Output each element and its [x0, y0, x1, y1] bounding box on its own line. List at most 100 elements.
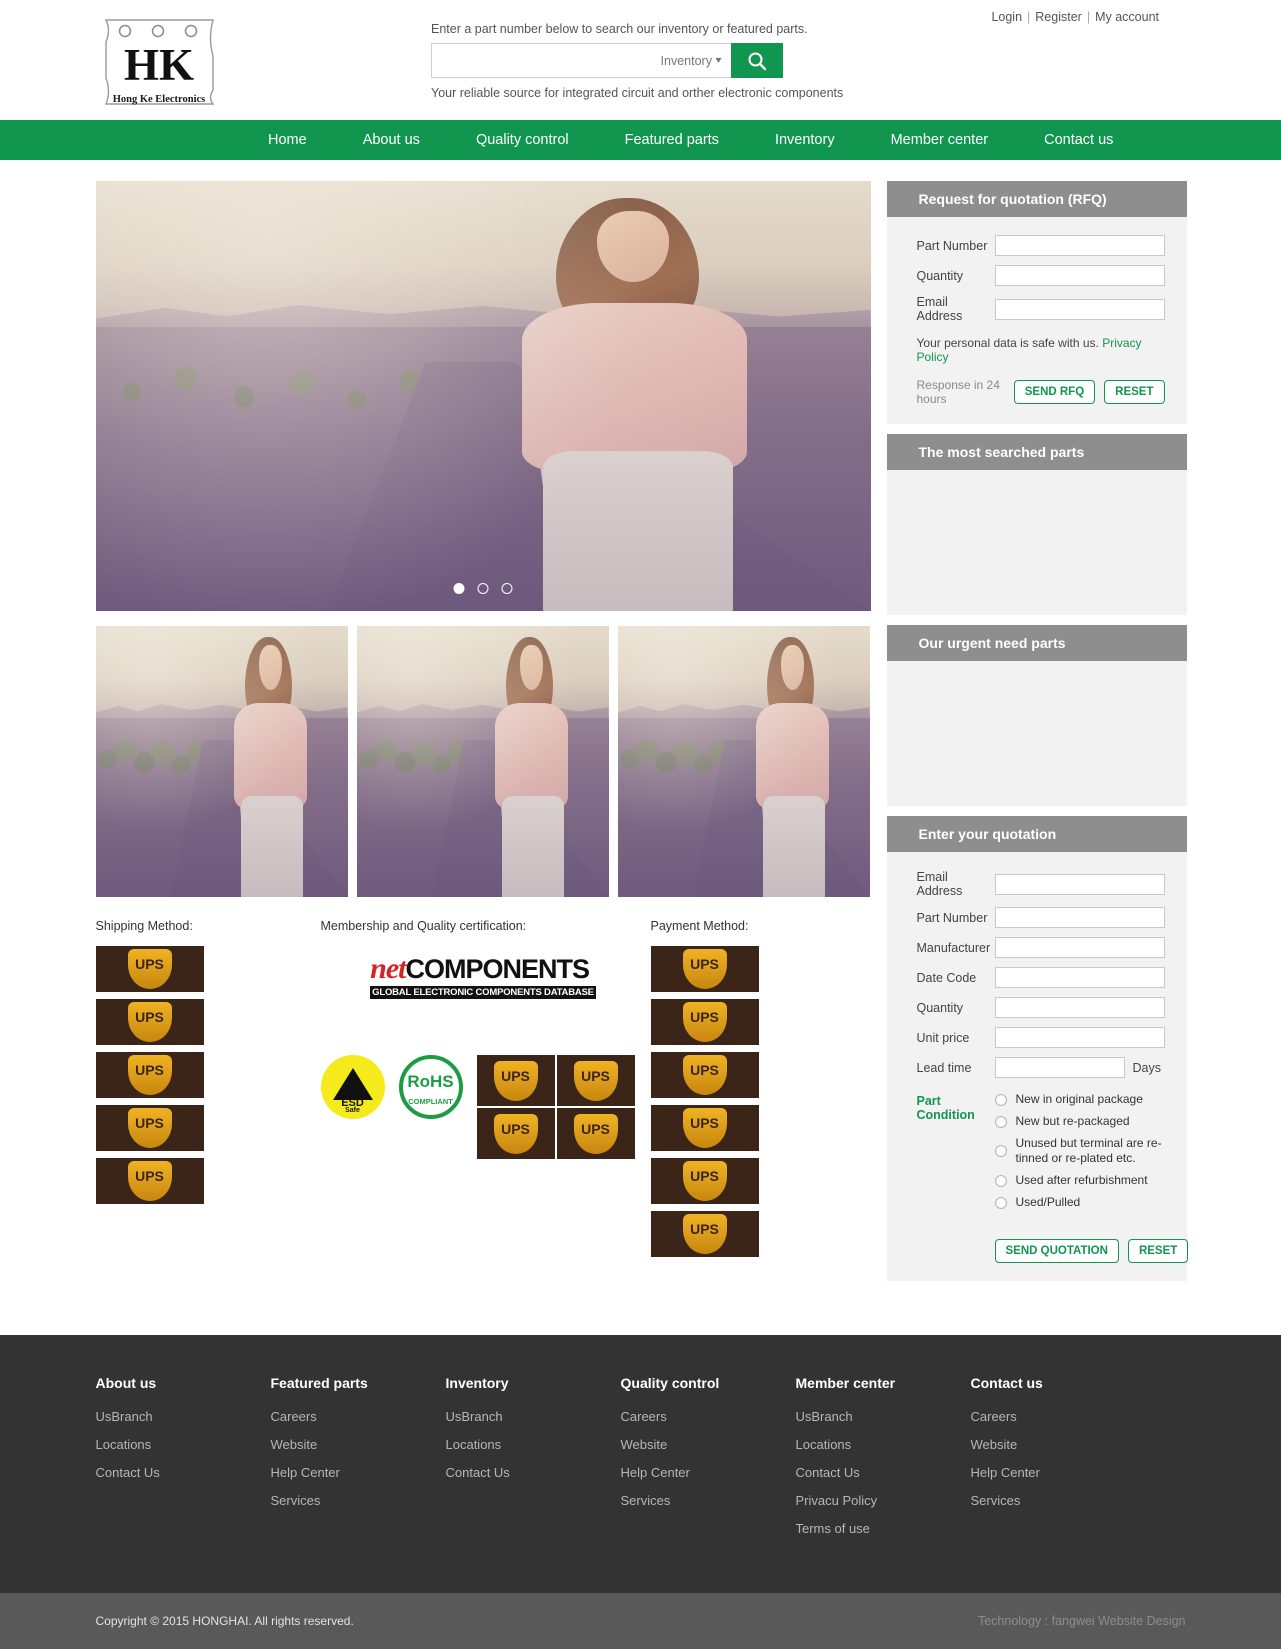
nav-item-contact-us[interactable]: Contact us — [1016, 120, 1141, 160]
rfq-email-label: Email Address — [916, 295, 963, 323]
footer-column-inventory: Inventory UsBranch Locations Contact Us — [446, 1375, 621, 1549]
search-scope-select[interactable]: Inventory ▾ — [661, 54, 722, 68]
footer-link[interactable]: Services — [271, 1493, 446, 1508]
footer-link[interactable]: UsBranch — [446, 1409, 621, 1424]
most-searched-title: The most searched parts — [886, 434, 1187, 470]
nav-item-member-center[interactable]: Member center — [863, 120, 1017, 160]
footer-link[interactable]: Careers — [621, 1409, 796, 1424]
esd-safe-icon: ESD Safe — [320, 1055, 385, 1119]
svg-text:Hong Ke Electronics: Hong Ke Electronics — [113, 94, 206, 105]
radio-icon[interactable] — [994, 1196, 1007, 1209]
quotation-panel-body: Email Address Part Number Manufacturer D… — [886, 852, 1189, 1281]
quote-email-input[interactable] — [994, 873, 1165, 895]
footer-link[interactable]: Help Center — [621, 1465, 796, 1480]
thumbnail-3[interactable] — [617, 626, 870, 897]
rfq-reset-button[interactable]: RESET — [1104, 380, 1165, 404]
rohs-sublabel: COMPLIANT — [408, 1097, 453, 1106]
ups-logo — [95, 999, 204, 1045]
footer-link[interactable]: Terms of use — [796, 1521, 971, 1536]
condition-option-new-repackaged[interactable]: New but re-packaged — [994, 1114, 1165, 1129]
condition-option-used-pulled[interactable]: Used/Pulled — [994, 1195, 1165, 1210]
condition-label-3: Used after refurbishment — [1015, 1173, 1148, 1187]
nav-item-inventory[interactable]: Inventory — [747, 120, 863, 160]
nav-item-featured-parts[interactable]: Featured parts — [597, 120, 747, 160]
quote-quantity-label: Quantity — [916, 1000, 964, 1015]
site-logo[interactable]: HK Hong Ke Electronics — [92, 12, 227, 112]
footer-link[interactable]: Locations — [446, 1437, 621, 1452]
nav-item-quality-control[interactable]: Quality control — [448, 120, 597, 160]
ups-logo — [556, 1108, 635, 1159]
radio-icon[interactable] — [994, 1115, 1007, 1128]
quotation-button-row: SEND QUOTATION RESET — [917, 1239, 1189, 1263]
footer-link[interactable]: Locations — [796, 1437, 971, 1452]
footer-link[interactable]: Help Center — [971, 1465, 1146, 1480]
search-tagline: Your reliable source for integrated circ… — [431, 86, 844, 100]
ups-logo — [650, 1105, 759, 1151]
carousel-dot-1[interactable] — [453, 583, 465, 594]
quote-part-number-input[interactable] — [994, 907, 1165, 928]
nav-item-about-us[interactable]: About us — [335, 120, 448, 160]
urgent-parts-list — [886, 661, 1187, 806]
footer-link[interactable]: Services — [971, 1493, 1146, 1508]
footer-title-inventory: Inventory — [445, 1375, 509, 1391]
nav-item-home[interactable]: Home — [240, 120, 335, 160]
footer-link[interactable]: Locations — [96, 1437, 271, 1452]
quote-manufacturer-input[interactable] — [994, 937, 1165, 958]
carousel-dot-2[interactable] — [477, 583, 489, 594]
footer-link[interactable]: Contact Us — [96, 1465, 271, 1480]
rfq-button-row: Response in 24 hours SEND RFQ RESET — [917, 378, 1165, 406]
ups-logo — [476, 1108, 555, 1159]
send-quotation-button[interactable]: SEND QUOTATION — [994, 1239, 1119, 1263]
my-account-link[interactable]: My account — [1095, 10, 1159, 24]
condition-option-used-refurbished[interactable]: Used after refurbishment — [994, 1173, 1165, 1188]
send-rfq-button[interactable]: SEND RFQ — [1013, 380, 1096, 404]
rfq-quantity-input[interactable] — [994, 265, 1165, 286]
radio-icon[interactable] — [994, 1145, 1007, 1157]
thumbnail-1[interactable] — [95, 626, 348, 897]
quote-unit-price-input[interactable] — [994, 1027, 1165, 1048]
search-button[interactable] — [731, 43, 783, 78]
footer-link[interactable]: Website — [621, 1437, 796, 1452]
quote-date-code-label: Date Code — [916, 970, 977, 985]
ups-logo — [650, 999, 759, 1045]
condition-option-unused-retinned[interactable]: Unused but terminal are re-tinned or re-… — [994, 1136, 1165, 1166]
footer-link[interactable]: Help Center — [271, 1465, 446, 1480]
hero-carousel[interactable] — [95, 181, 871, 611]
rohs-compliant-icon: RoHS COMPLIANT — [398, 1055, 463, 1119]
footer-link[interactable]: Contact Us — [796, 1465, 971, 1480]
thumbnail-2[interactable] — [356, 626, 609, 897]
rfq-part-number-input[interactable] — [994, 235, 1165, 256]
footer-link[interactable]: Website — [271, 1437, 446, 1452]
footer-link[interactable]: UsBranch — [796, 1409, 971, 1424]
netcomponents-components: COMPONENTS — [405, 954, 591, 984]
condition-option-new-original[interactable]: New in original package — [994, 1092, 1165, 1107]
footer-link[interactable]: Careers — [971, 1409, 1146, 1424]
register-link[interactable]: Register — [1035, 10, 1082, 24]
shipping-method-title: Shipping Method: — [95, 919, 193, 933]
footer-link[interactable]: Website — [971, 1437, 1146, 1452]
ups-logo — [476, 1055, 555, 1106]
thumbnail-row — [95, 626, 871, 897]
footer-link[interactable]: Careers — [271, 1409, 446, 1424]
footer-link[interactable]: UsBranch — [96, 1409, 271, 1424]
footer-title-about-us: About us — [95, 1375, 157, 1391]
quotation-reset-button[interactable]: RESET — [1127, 1239, 1189, 1263]
footer-column-quality-control: Quality control Careers Website Help Cen… — [621, 1375, 796, 1549]
footer-link[interactable]: Services — [621, 1493, 796, 1508]
radio-icon[interactable] — [994, 1174, 1007, 1187]
footer-link[interactable]: Contact Us — [446, 1465, 621, 1480]
ups-logo — [650, 946, 759, 992]
search-hint: Enter a part number below to search our … — [431, 22, 808, 36]
login-link[interactable]: Login — [991, 10, 1022, 24]
certification-column: Membership and Quality certification: ne… — [316, 919, 651, 1264]
rfq-email-input[interactable] — [994, 298, 1165, 320]
quote-quantity-input[interactable] — [994, 997, 1165, 1018]
search-input[interactable] — [432, 44, 661, 77]
urgent-parts-title: Our urgent need parts — [886, 625, 1187, 661]
footer-link[interactable]: Privacu Policy — [796, 1493, 971, 1508]
quote-lead-time-input[interactable] — [994, 1057, 1125, 1078]
ups-logo — [95, 1158, 204, 1204]
radio-icon[interactable] — [994, 1093, 1007, 1106]
quote-date-code-input[interactable] — [994, 967, 1165, 988]
carousel-dot-3[interactable] — [501, 583, 513, 594]
